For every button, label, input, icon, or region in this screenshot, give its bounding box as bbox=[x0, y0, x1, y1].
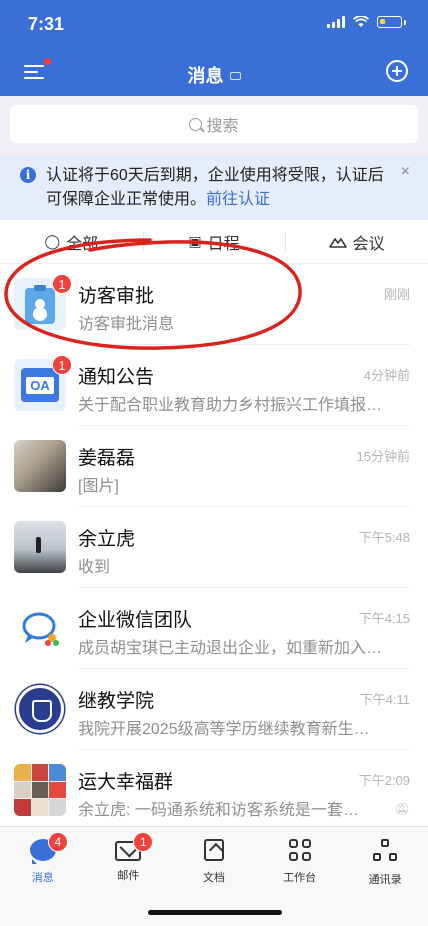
list-item[interactable]: 继教学院 我院开展2025级高等学历继续教育新生… 下午4:11 bbox=[0, 669, 428, 750]
status-time: 7:31 bbox=[28, 14, 65, 34]
tab-all[interactable]: ◯ 全部 bbox=[0, 220, 143, 263]
document-icon bbox=[203, 839, 224, 861]
tab-schedule[interactable]: ▣ 日程 bbox=[142, 220, 286, 263]
mute-icon: 🔕︎ bbox=[394, 802, 410, 816]
list-item[interactable]: 运大幸福群 余立虎: 一码通系统和访客系统是一套… 下午2:09 🔕︎ bbox=[0, 750, 428, 831]
status-icons bbox=[327, 16, 406, 28]
filter-tabs: ◯ 全部 ▣ 日程 会议 bbox=[0, 220, 428, 264]
conversation-time: 刚刚 bbox=[383, 287, 410, 302]
notice-text: 认证将于60天后到期，企业使用将受限，认证后可保障企业正常使用。前往认证 bbox=[46, 167, 384, 208]
avatar bbox=[14, 440, 66, 492]
avatar bbox=[14, 521, 66, 573]
list-item[interactable]: 企业微信团队 成员胡宝琪已主动退出企业，如重新加入… 下午4:15 bbox=[0, 588, 428, 669]
calendar-icon: ▣ bbox=[188, 233, 202, 249]
unread-badge: 4 bbox=[47, 832, 68, 852]
list-item[interactable]: OA 1 通知公告 关于配合职业教育助力乡村振兴工作填报… 4分钟前 bbox=[0, 345, 428, 426]
signal-icon bbox=[327, 16, 345, 28]
wifi-icon bbox=[353, 16, 369, 27]
chat-bubble-icon: ◯ bbox=[44, 233, 61, 249]
conversation-list: 1 访客审批 访客审批消息 刚刚 OA 1 通知公告 关于配合职业教育助力乡村振… bbox=[0, 264, 428, 831]
add-button[interactable] bbox=[386, 60, 408, 82]
conversation-preview: 余立虎: 一码通系统和访客系统是一套… bbox=[78, 802, 359, 819]
unread-badge: 1 bbox=[52, 355, 72, 375]
list-item[interactable]: 余立虎 收到 下午5:48 bbox=[0, 507, 428, 588]
contacts-org-icon bbox=[373, 839, 398, 863]
tab-workbench[interactable]: 工作台 bbox=[257, 827, 343, 887]
list-item[interactable]: 1 访客审批 访客审批消息 刚刚 bbox=[0, 264, 428, 345]
conversation-title: 姜磊磊 bbox=[78, 448, 136, 469]
tab-docs[interactable]: 文档 bbox=[171, 827, 257, 887]
conversation-preview: [图片] bbox=[78, 478, 119, 495]
top-header: 7:31 消息 bbox=[0, 0, 428, 96]
tab-meeting[interactable]: 会议 bbox=[285, 220, 428, 263]
conversation-time: 下午5:48 bbox=[358, 530, 410, 545]
oa-icon-text: OA bbox=[26, 376, 54, 394]
conversation-title: 企业微信团队 bbox=[78, 610, 193, 631]
conversation-title: 通知公告 bbox=[78, 367, 155, 388]
conversation-preview: 收到 bbox=[78, 559, 111, 576]
list-item[interactable]: 姜磊磊 [图片] 15分钟前 bbox=[0, 426, 428, 507]
conversation-time: 下午4:15 bbox=[358, 611, 410, 626]
battery-icon bbox=[377, 16, 402, 28]
tab-label: 全部 bbox=[66, 235, 99, 253]
tab-label: 消息 bbox=[31, 872, 54, 884]
conversation-time: 4分钟前 bbox=[363, 368, 410, 383]
search-input[interactable]: 搜索 bbox=[10, 105, 418, 143]
conversation-title: 访客审批 bbox=[78, 286, 155, 307]
conversation-preview: 成员胡宝琪已主动退出企业，如重新加入… bbox=[78, 640, 383, 657]
conversation-time: 下午2:09 bbox=[358, 773, 410, 788]
device-icon bbox=[229, 72, 241, 80]
search-icon bbox=[189, 117, 203, 131]
wecom-logo-icon bbox=[14, 602, 66, 654]
battery-cap bbox=[404, 19, 406, 25]
conversation-preview: 关于配合职业教育助力乡村振兴工作填报… bbox=[78, 397, 383, 414]
search-bar: 搜索 bbox=[0, 96, 428, 156]
tab-label: 会议 bbox=[352, 235, 385, 253]
page-title: 消息 bbox=[0, 62, 428, 88]
tab-label: 工作台 bbox=[283, 872, 317, 884]
tab-mail[interactable]: 1 邮件 bbox=[86, 827, 172, 887]
conversation-time: 下午4:11 bbox=[359, 692, 410, 707]
home-indicator[interactable] bbox=[148, 910, 282, 915]
conversation-title: 余立虎 bbox=[78, 529, 136, 550]
conversation-title: 继教学院 bbox=[78, 691, 155, 712]
tab-contacts[interactable]: 通讯录 bbox=[342, 827, 428, 887]
conversation-preview: 访客审批消息 bbox=[78, 316, 175, 333]
conversation-time: 15分钟前 bbox=[356, 449, 410, 464]
conversation-preview: 我院开展2025级高等学历继续教育新生… bbox=[78, 721, 370, 738]
workbench-icon bbox=[288, 839, 311, 861]
tab-messages[interactable]: 4 消息 bbox=[0, 827, 86, 887]
search-placeholder: 搜索 bbox=[206, 118, 239, 135]
tab-label: 邮件 bbox=[117, 870, 140, 882]
tab-label: 文档 bbox=[202, 872, 225, 884]
tab-label: 日程 bbox=[207, 235, 240, 253]
meeting-icon bbox=[328, 237, 347, 248]
close-icon[interactable]: × bbox=[401, 163, 410, 181]
group-avatar bbox=[14, 764, 66, 816]
unread-badge: 1 bbox=[133, 832, 154, 852]
unread-badge: 1 bbox=[52, 274, 72, 294]
certify-link[interactable]: 前往认证 bbox=[206, 191, 270, 208]
info-icon: i bbox=[20, 167, 36, 183]
conversation-title: 运大幸福群 bbox=[78, 772, 174, 793]
college-seal-icon bbox=[14, 683, 66, 735]
tab-label: 通讯录 bbox=[368, 874, 402, 886]
